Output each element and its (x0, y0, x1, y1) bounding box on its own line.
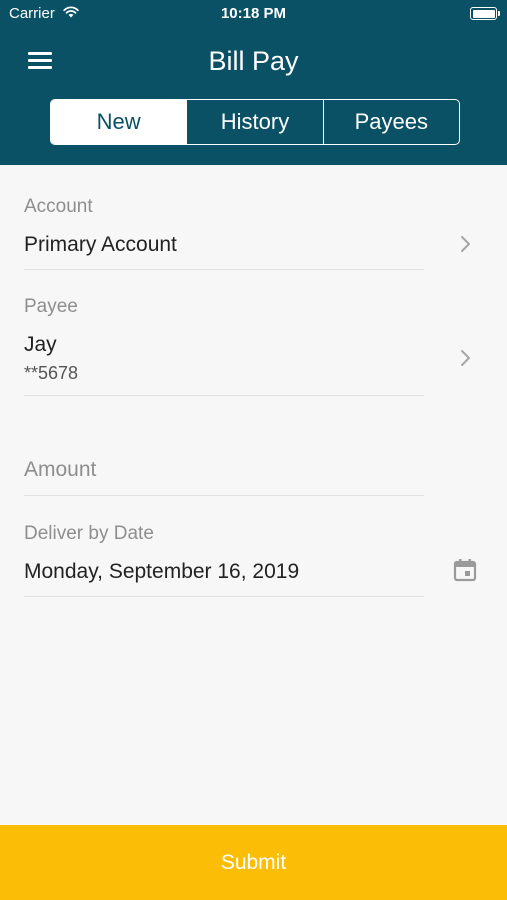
tab-new[interactable]: New (51, 100, 187, 144)
calendar-icon[interactable] (452, 557, 478, 583)
app-header: Carrier 10:18 PM Bill Pay New History Pa… (0, 0, 507, 165)
tab-payees[interactable]: Payees (322, 100, 459, 144)
deliver-by-field[interactable]: Deliver by Date Monday, September 16, 20… (24, 520, 424, 597)
tab-history[interactable]: History (186, 100, 322, 144)
payee-name: Jay (24, 333, 57, 356)
battery-icon (470, 7, 500, 20)
status-time: 10:18 PM (220, 5, 287, 22)
account-label: Account (24, 196, 93, 217)
status-bar: Carrier 10:18 PM (0, 0, 507, 28)
deliver-by-value: Monday, September 16, 2019 (24, 560, 300, 583)
segmented-tabs: New History Payees (50, 99, 460, 145)
account-field[interactable]: Account Primary Account (24, 193, 424, 270)
submit-button[interactable]: Submit (0, 825, 507, 900)
amount-placeholder: Amount (24, 458, 97, 481)
chevron-right-icon[interactable] (459, 235, 471, 253)
payee-label: Payee (24, 296, 78, 317)
payee-account-number: **5678 (24, 363, 79, 383)
chevron-right-icon[interactable] (459, 349, 471, 367)
page-title: Bill Pay (208, 46, 299, 76)
deliver-by-label: Deliver by Date (24, 523, 154, 544)
payee-field[interactable]: Payee Jay **5678 (24, 293, 424, 396)
bill-pay-form: Account Primary Account Payee Jay **5678… (0, 165, 507, 825)
amount-field[interactable]: Amount (24, 455, 424, 496)
account-value: Primary Account (24, 233, 177, 256)
